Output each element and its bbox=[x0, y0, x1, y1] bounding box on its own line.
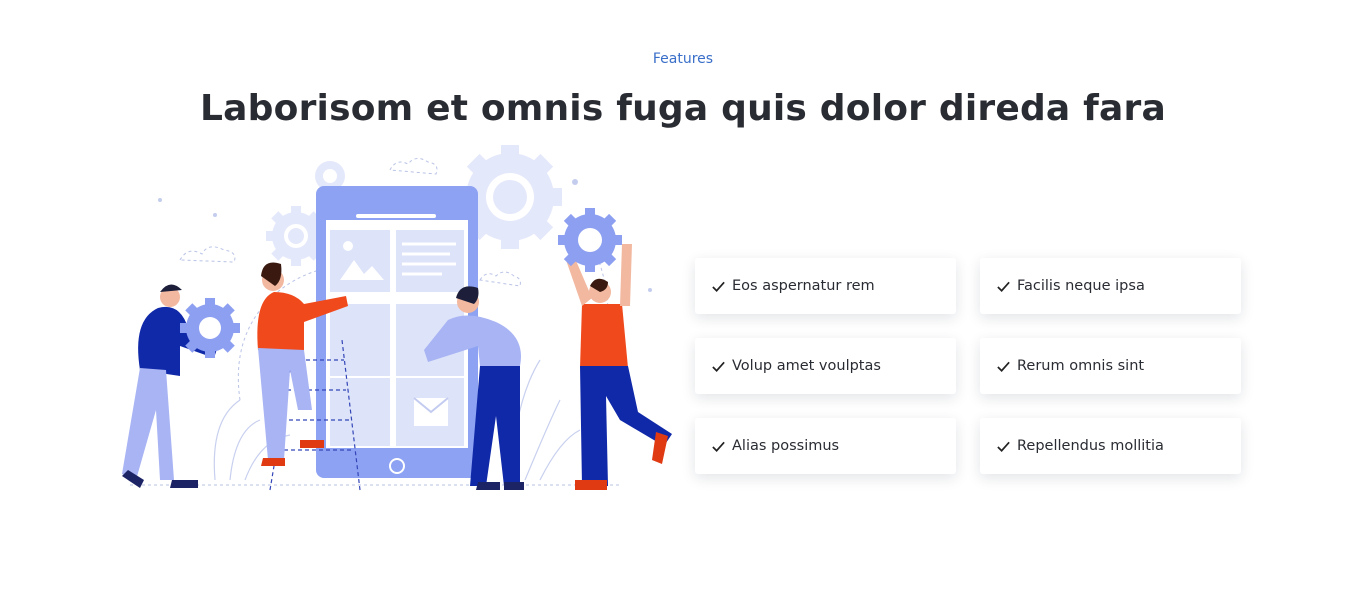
check-icon bbox=[997, 361, 1010, 372]
feature-label: Repellendus mollitia bbox=[1017, 438, 1164, 454]
feature-card[interactable]: Eos aspernatur rem bbox=[695, 258, 956, 314]
feature-list: Eos aspernatur rem Facilis neque ipsa Vo… bbox=[695, 258, 1241, 474]
team-illustration bbox=[122, 145, 672, 491]
gear-icon bbox=[180, 298, 240, 358]
feature-card[interactable]: Volup amet voulptas bbox=[695, 338, 956, 394]
check-icon bbox=[712, 361, 725, 372]
feature-label: Rerum omnis sint bbox=[1017, 358, 1145, 374]
mail-envelope-icon bbox=[413, 397, 449, 426]
check-icon bbox=[997, 441, 1010, 452]
feature-card[interactable]: Facilis neque ipsa bbox=[980, 258, 1241, 314]
feature-label: Volup amet voulptas bbox=[732, 358, 881, 374]
gear-icon bbox=[558, 208, 622, 272]
feature-card[interactable]: Alias possimus bbox=[695, 418, 956, 474]
feature-card[interactable]: Repellendus mollitia bbox=[980, 418, 1241, 474]
check-icon bbox=[712, 441, 725, 452]
person-celebrating bbox=[558, 208, 672, 490]
section-eyebrow: Features bbox=[652, 51, 714, 67]
features-section: Features Laborisom et omnis fuga quis do… bbox=[0, 0, 1366, 600]
feature-label: Facilis neque ipsa bbox=[1017, 278, 1145, 294]
section-title: Laborisom et omnis fuga quis dolor dired… bbox=[200, 88, 1166, 129]
feature-label: Eos aspernatur rem bbox=[732, 278, 875, 294]
feature-card[interactable]: Rerum omnis sint bbox=[980, 338, 1241, 394]
feature-label: Alias possimus bbox=[732, 438, 840, 454]
check-icon bbox=[712, 281, 725, 292]
check-icon bbox=[997, 281, 1010, 292]
person-holding-gear bbox=[122, 284, 240, 488]
